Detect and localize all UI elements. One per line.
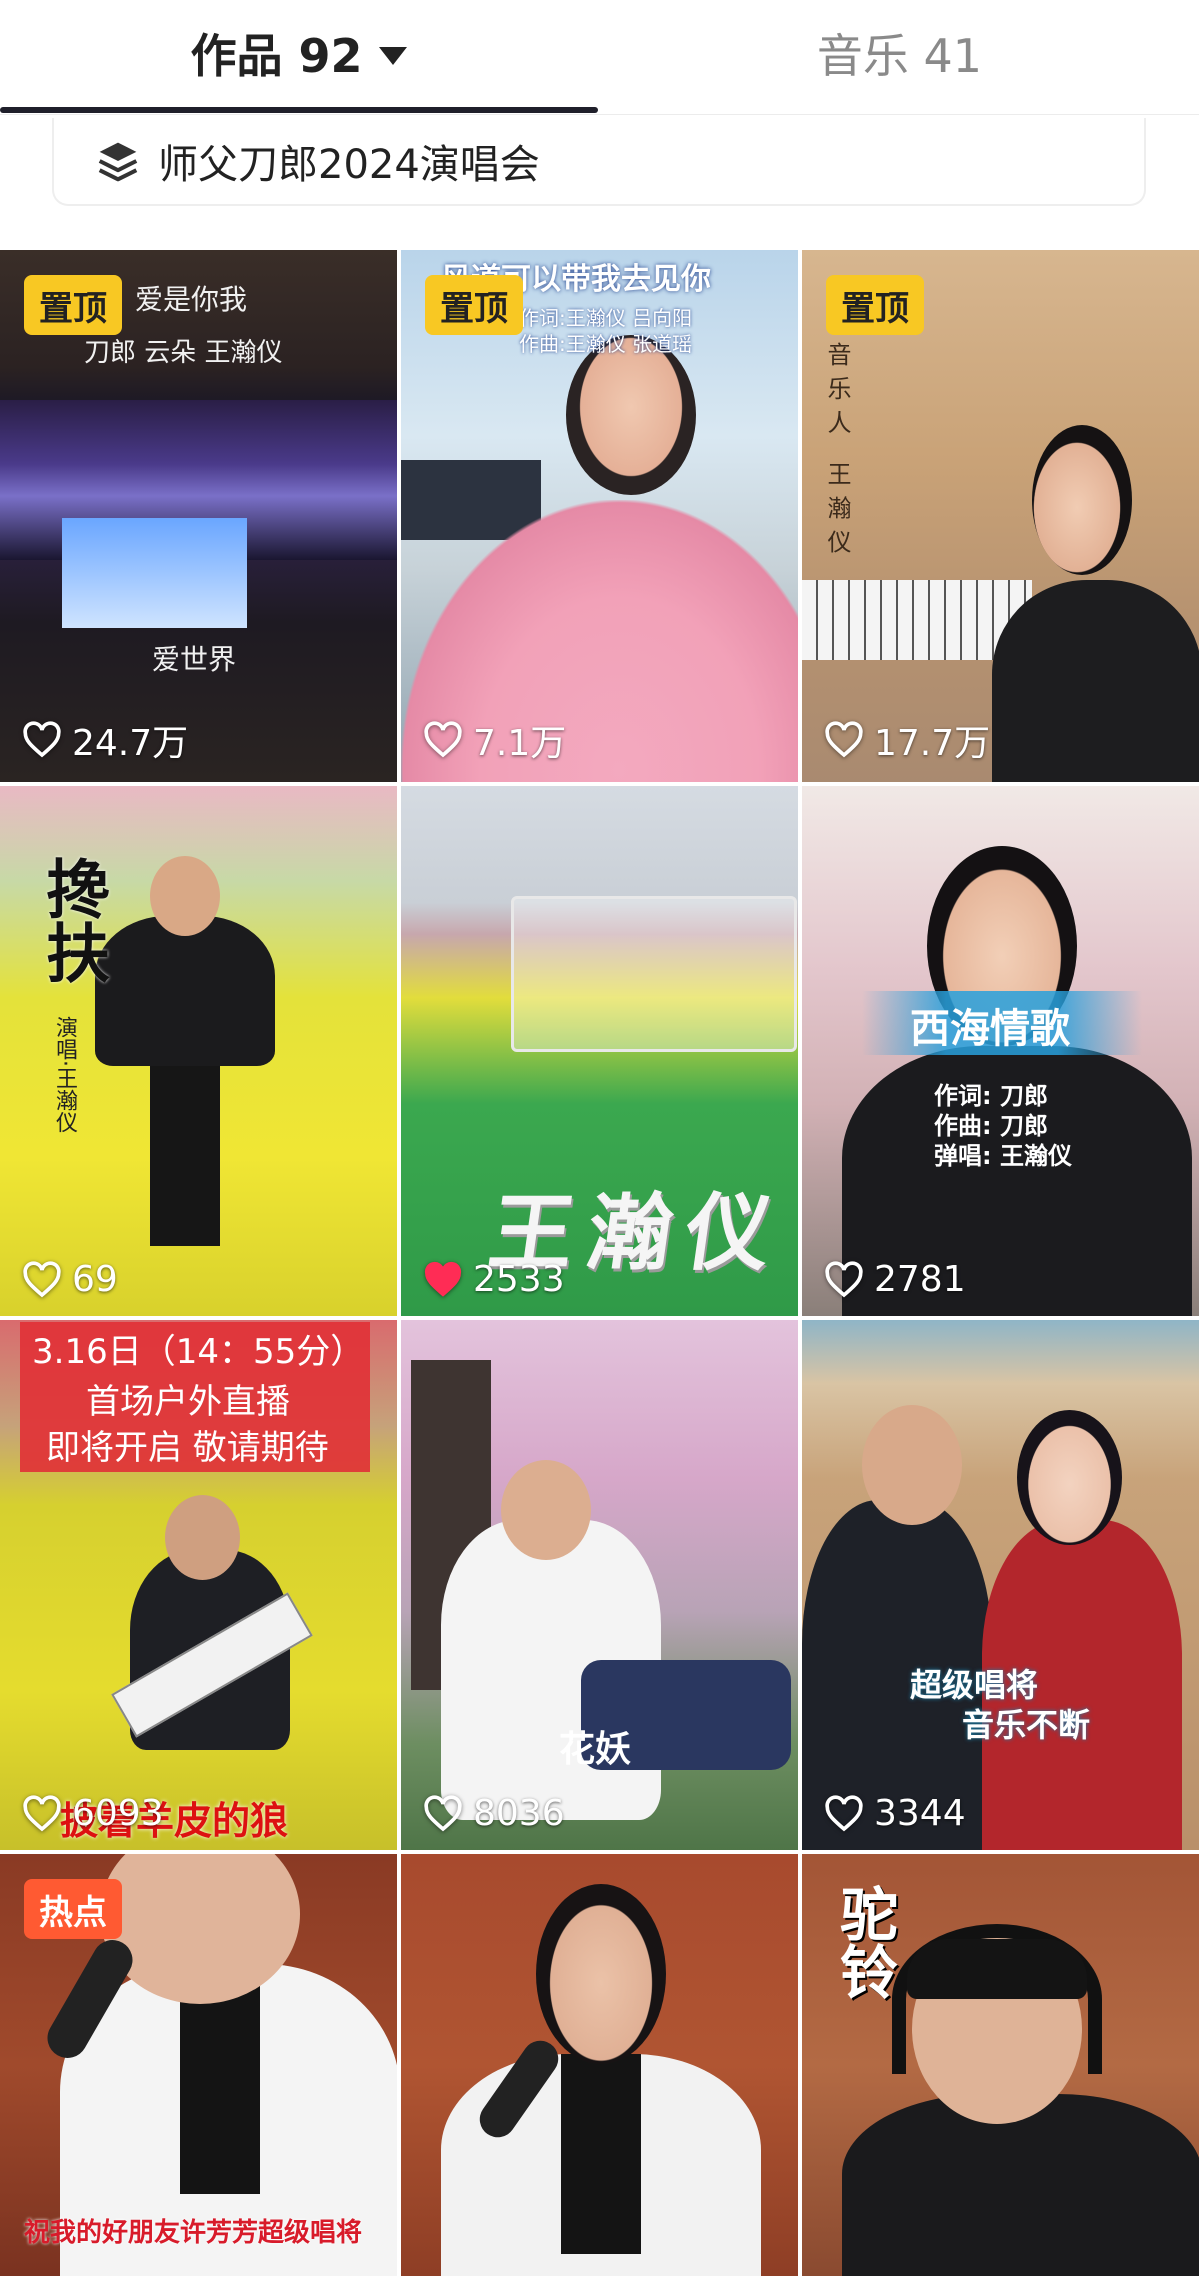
heart-outline-icon xyxy=(424,1794,462,1831)
singer-head xyxy=(566,335,696,495)
video-caption: 音乐人 王瀚仪 xyxy=(823,342,851,564)
video-caption: 花妖 xyxy=(559,1729,632,1770)
singer-head xyxy=(536,1884,666,2064)
like-count: 17.7万 xyxy=(824,714,990,766)
video-caption: 演唱·王瀚仪 xyxy=(52,1016,77,1133)
singer-jacket xyxy=(95,916,275,1066)
heart-outline-icon xyxy=(424,721,462,758)
video-tile[interactable]: 超级唱将 音乐不断 3344 xyxy=(802,1320,1199,1850)
singer-right-head xyxy=(1017,1410,1122,1545)
video-caption: 3.16日（14：55分） xyxy=(32,1332,365,1372)
singer-collar xyxy=(180,1974,260,2194)
tab-music-label: 音乐 41 xyxy=(816,28,983,83)
like-count-value: 8036 xyxy=(473,1793,565,1834)
singer-head xyxy=(165,1495,240,1580)
tab-works[interactable]: 作品 92 xyxy=(0,0,597,105)
like-count: 6093 xyxy=(22,1793,164,1834)
singer-body xyxy=(842,2094,1199,2276)
like-count: 2533 xyxy=(423,1259,565,1300)
singer-head xyxy=(501,1460,591,1560)
video-tile[interactable]: 热点 祝我的好朋友许芳芳超级唱将 xyxy=(0,1854,397,2276)
like-count-value: 7.1万 xyxy=(473,723,567,764)
pinned-badge: 置顶 xyxy=(425,275,523,335)
tab-music[interactable]: 音乐 41 xyxy=(600,0,1199,105)
like-count-value: 2781 xyxy=(874,1259,966,1300)
video-caption: 西海情歌 xyxy=(910,1006,1070,1052)
heart-outline-icon xyxy=(23,721,61,758)
pinned-badge: 置顶 xyxy=(826,275,924,335)
heart-outline-icon xyxy=(825,721,863,758)
collection-label: 师父刀郎2024演唱会 xyxy=(158,142,540,188)
singer-left-head xyxy=(862,1405,962,1525)
like-count-value: 3344 xyxy=(874,1793,966,1834)
video-tile[interactable]: 驼铃 xyxy=(802,1854,1199,2276)
singer-body xyxy=(992,580,1199,782)
heart-outline-icon xyxy=(825,1260,863,1297)
video-tile[interactable]: 搀扶 演唱·王瀚仪 69 xyxy=(0,786,397,1316)
like-count: 8036 xyxy=(423,1793,565,1834)
like-count: 24.7万 xyxy=(22,714,188,766)
stage-screen xyxy=(62,518,247,628)
video-caption: 作词:王瀚仪 吕向阳 xyxy=(519,306,693,330)
tab-divider xyxy=(0,114,1199,115)
singer-head xyxy=(1032,425,1132,575)
pinned-badge: 置顶 xyxy=(24,275,122,335)
video-caption: 祝我的好朋友许芳芳超级唱将 xyxy=(24,2218,363,2248)
video-tile[interactable]: 爱是你我 刀郎 云朵 王瀚仪 爱世界 置顶 24.7万 xyxy=(0,250,397,782)
video-tile[interactable] xyxy=(401,1854,798,2276)
like-count: 7.1万 xyxy=(423,714,566,766)
video-caption: 爱是你我 xyxy=(135,283,248,316)
video-caption: 即将开启 敬请期待 xyxy=(46,1428,329,1468)
video-tile[interactable]: 花妖 8036 xyxy=(401,1320,798,1850)
video-caption: 刀郎 云朵 王瀚仪 xyxy=(84,338,283,368)
video-caption: 首场户外直播 xyxy=(86,1382,290,1422)
heart-outline-icon xyxy=(825,1794,863,1831)
video-tile[interactable]: 王瀚仪 2533 xyxy=(401,786,798,1316)
layers-icon xyxy=(98,142,138,182)
tab-works-label: 作品 92 xyxy=(190,28,363,83)
video-tile[interactable]: 西海情歌 作词: 刀郎 作曲: 刀郎 弹唱: 王瀚仪 2781 xyxy=(802,786,1199,1316)
video-tile[interactable]: 3.16日（14：55分） 首场户外直播 即将开启 敬请期待 披着羊皮的狼 60… xyxy=(0,1320,397,1850)
cap xyxy=(907,1939,1087,1999)
heart-outline-icon xyxy=(23,1794,61,1831)
video-caption: 搀扶 xyxy=(35,856,109,984)
video-caption: 驼铃 xyxy=(830,1884,898,2000)
tab-bar: 作品 92 音乐 41 xyxy=(0,0,1199,115)
singer-collar xyxy=(561,2054,641,2254)
heart-outline-icon xyxy=(23,1260,61,1297)
video-caption: 作曲:王瀚仪 张道瑶 xyxy=(519,332,693,356)
like-count-value: 2533 xyxy=(473,1259,565,1300)
tent xyxy=(511,896,797,1052)
heart-filled-icon xyxy=(424,1261,462,1297)
caret-down-icon[interactable] xyxy=(378,46,407,65)
video-tile[interactable]: 风道可以带我去见你 作词:王瀚仪 吕向阳 作曲:王瀚仪 张道瑶 置顶 7.1万 xyxy=(401,250,798,782)
like-count-value: 17.7万 xyxy=(874,723,991,764)
like-count-value: 69 xyxy=(72,1259,118,1300)
like-count: 2781 xyxy=(824,1259,966,1300)
like-count: 3344 xyxy=(824,1793,966,1834)
like-count-value: 24.7万 xyxy=(72,723,189,764)
like-count: 69 xyxy=(22,1259,118,1300)
video-tile[interactable]: 音乐人 王瀚仪 置顶 17.7万 xyxy=(802,250,1199,782)
like-count-value: 6093 xyxy=(72,1793,164,1834)
active-tab-indicator xyxy=(0,107,598,113)
singer-legs xyxy=(150,1066,220,1246)
video-caption: 弹唱: 王瀚仪 xyxy=(934,1142,1072,1170)
collection-bar[interactable]: 师父刀郎2024演唱会 xyxy=(52,118,1146,206)
hot-badge: 热点 xyxy=(24,1879,122,1939)
video-grid: 爱是你我 刀郎 云朵 王瀚仪 爱世界 置顶 24.7万 风道可以带我去见你 作词… xyxy=(0,250,1199,2276)
video-caption: 音乐不断 xyxy=(962,1706,1091,1744)
singer-head xyxy=(150,856,220,936)
video-caption: 爱世界 xyxy=(152,643,237,676)
